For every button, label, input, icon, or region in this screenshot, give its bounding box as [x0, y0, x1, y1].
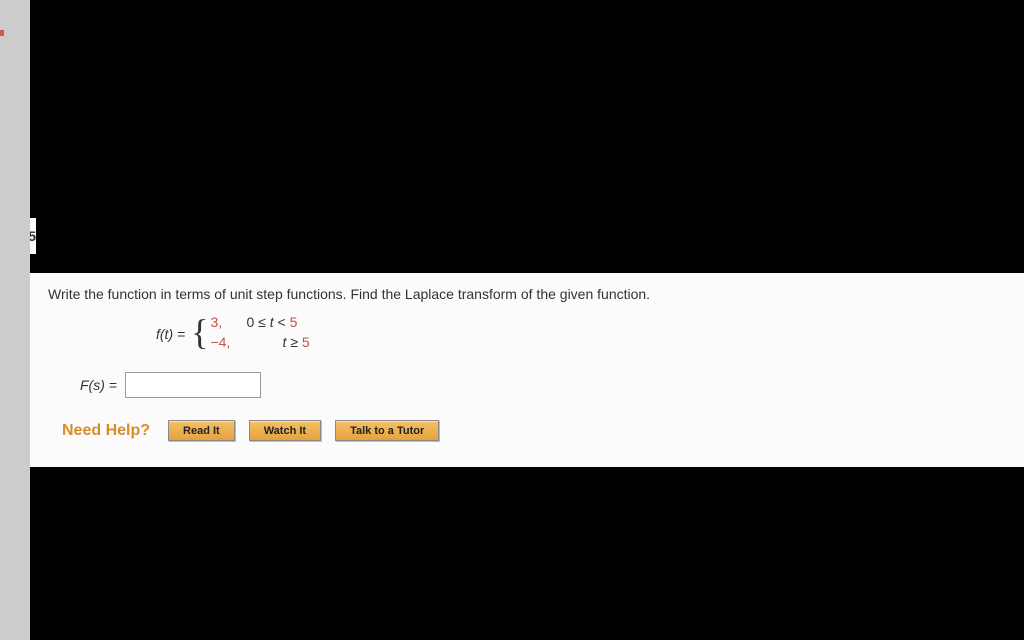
- brace-group: { 3, 0 ≤ t < 5 −4, t ≥ 5: [191, 313, 336, 355]
- question-panel: Write the function in terms of unit step…: [30, 273, 1024, 467]
- question-number: 5: [30, 228, 36, 244]
- cases-list: 3, 0 ≤ t < 5 −4, t ≥ 5: [210, 313, 336, 355]
- case-row: −4, t ≥ 5: [210, 334, 336, 354]
- red-indicator: [0, 30, 4, 36]
- watch-it-button[interactable]: Watch It: [249, 420, 321, 441]
- case-value: 3,: [210, 314, 246, 330]
- answer-input[interactable]: [125, 372, 261, 398]
- question-prompt: Write the function in terms of unit step…: [48, 286, 1006, 302]
- left-brace-icon: {: [191, 313, 208, 355]
- case-condition: 0 ≤ t < 5: [246, 314, 336, 330]
- function-lhs: f(t) =: [156, 326, 185, 342]
- need-help-label: Need Help?: [62, 422, 150, 440]
- case-value: −4,: [210, 334, 246, 350]
- question-number-nub: 5: [30, 218, 36, 254]
- talk-to-tutor-button[interactable]: Talk to a Tutor: [335, 420, 439, 441]
- answer-label: F(s) =: [80, 377, 117, 393]
- piecewise-function: f(t) = { 3, 0 ≤ t < 5 −4, t ≥ 5: [156, 312, 1006, 356]
- answer-row: F(s) =: [80, 372, 1006, 398]
- left-gutter: [0, 0, 30, 640]
- read-it-button[interactable]: Read It: [168, 420, 235, 441]
- help-row: Need Help? Read It Watch It Talk to a Tu…: [62, 420, 1006, 441]
- case-row: 3, 0 ≤ t < 5: [210, 314, 336, 334]
- case-condition: t ≥ 5: [246, 334, 336, 350]
